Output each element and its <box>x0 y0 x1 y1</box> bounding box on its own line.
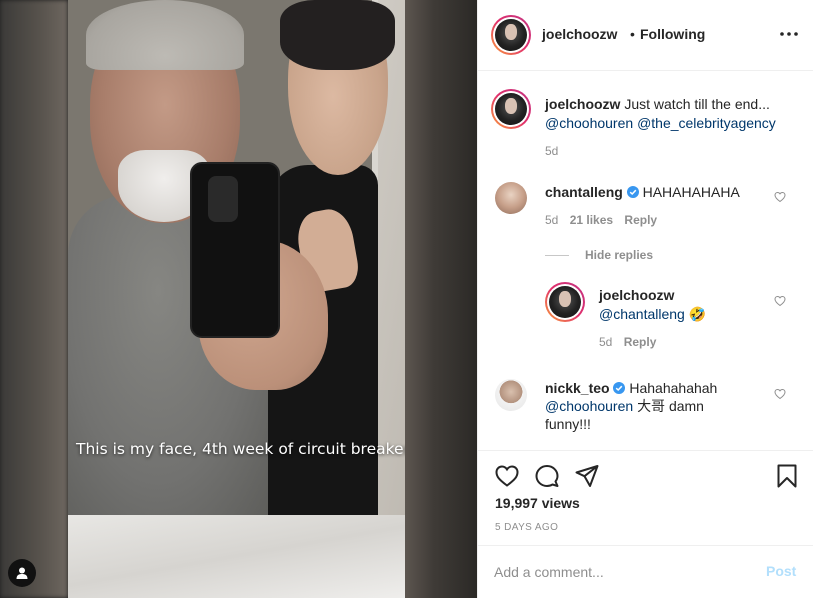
like-reply-heart-icon[interactable] <box>774 295 786 307</box>
post-media[interactable]: This is my face, 4th week of circuit bre… <box>0 0 477 598</box>
video-caption: This is my face, 4th week of circuit bre… <box>76 440 405 458</box>
smartphone <box>190 162 280 338</box>
verified-badge-icon <box>613 382 626 394</box>
reply-joelchoozw: joelchoozw @chantalleng 🤣 <box>599 286 779 324</box>
reply-author-avatar[interactable] <box>545 282 585 322</box>
reply-button[interactable]: Reply <box>624 213 657 227</box>
comment-input[interactable] <box>494 561 744 583</box>
comment-mention[interactable]: @choohouren <box>545 398 633 414</box>
reply-emoji: 🤣 <box>688 306 707 322</box>
comment-time[interactable]: 5d <box>545 213 558 227</box>
caption-author-avatar[interactable] <box>491 89 531 129</box>
post-comment-button[interactable]: Post <box>766 563 796 579</box>
caption-username[interactable]: joelchoozw <box>545 96 620 112</box>
mention-choohouren[interactable]: @choohouren <box>545 115 633 131</box>
reply-username[interactable]: joelchoozw <box>599 287 674 303</box>
bookmark-icon[interactable] <box>774 463 800 489</box>
comment-meta: 5d 21 likes Reply <box>545 213 657 227</box>
phone-camera <box>208 176 238 222</box>
replies-divider <box>545 255 569 256</box>
mention-celebrity-agency[interactable]: @the_celebrityagency <box>637 115 776 131</box>
following-button[interactable]: Following <box>640 26 705 42</box>
person-younger-hair <box>280 0 395 70</box>
avatar-image <box>495 93 527 125</box>
avatar-image <box>549 286 581 318</box>
add-comment-bar: Post <box>478 545 813 598</box>
share-icon[interactable] <box>574 463 600 489</box>
marble-counter <box>68 515 405 598</box>
view-count[interactable]: 19,997 views <box>495 495 580 511</box>
commenter-avatar-nickk-teo[interactable] <box>495 379 527 411</box>
hide-replies-button[interactable]: Hide replies <box>585 248 653 262</box>
author-avatar[interactable] <box>491 15 531 55</box>
reply-meta: 5d Reply <box>599 335 656 349</box>
heart-icon[interactable] <box>494 463 520 489</box>
comment-nickk-teo: nickk_teo Hahahahahah @choohouren 大哥 dam… <box>545 379 775 433</box>
person-older-hair <box>86 0 244 70</box>
video-frame[interactable]: This is my face, 4th week of circuit bre… <box>68 0 405 598</box>
comment-chantalleng: chantalleng HAHAHAHAHA <box>545 183 775 202</box>
comments-list[interactable]: joelchoozw Just watch till the end... @c… <box>478 72 813 450</box>
comment-text: HAHAHAHAHA <box>642 184 740 200</box>
post-side-panel: joelchoozw • Following joelchoozw Just w… <box>477 0 813 598</box>
like-comment-heart-icon[interactable] <box>774 191 786 203</box>
post-actions: 19,997 views 5 DAYS AGO <box>478 450 813 546</box>
media-blur-left <box>0 0 68 598</box>
caption-text: Just watch till the end... <box>624 96 770 112</box>
post-caption: joelchoozw Just watch till the end... @c… <box>545 95 805 133</box>
comment-text-line3: funny!!! <box>545 416 591 432</box>
post-header: joelchoozw • Following <box>478 0 813 71</box>
comment-likes[interactable]: 21 likes <box>570 213 613 227</box>
comment-username[interactable]: chantalleng <box>545 184 623 200</box>
comment-text-line1: Hahahahahah <box>629 380 718 396</box>
comment-text-line2: 大哥 damn <box>637 398 704 414</box>
commenter-avatar-chantalleng[interactable] <box>495 182 527 214</box>
media-blur-right <box>405 0 477 598</box>
avatar-image <box>495 19 527 51</box>
tagged-user-icon[interactable] <box>8 559 36 587</box>
reply-mention[interactable]: @chantalleng <box>599 306 685 322</box>
header-separator: • <box>630 26 635 42</box>
post-date[interactable]: 5 DAYS AGO <box>495 522 558 533</box>
person-icon <box>16 567 28 579</box>
comment-icon[interactable] <box>534 463 560 489</box>
comment-username[interactable]: nickk_teo <box>545 380 610 396</box>
reply-time[interactable]: 5d <box>599 335 612 349</box>
caption-time[interactable]: 5d <box>545 144 558 158</box>
reply-button[interactable]: Reply <box>624 335 657 349</box>
like-comment-heart-icon[interactable] <box>774 388 786 400</box>
verified-badge-icon <box>626 186 639 198</box>
more-options-icon[interactable] <box>778 24 800 44</box>
author-username[interactable]: joelchoozw <box>542 26 617 42</box>
